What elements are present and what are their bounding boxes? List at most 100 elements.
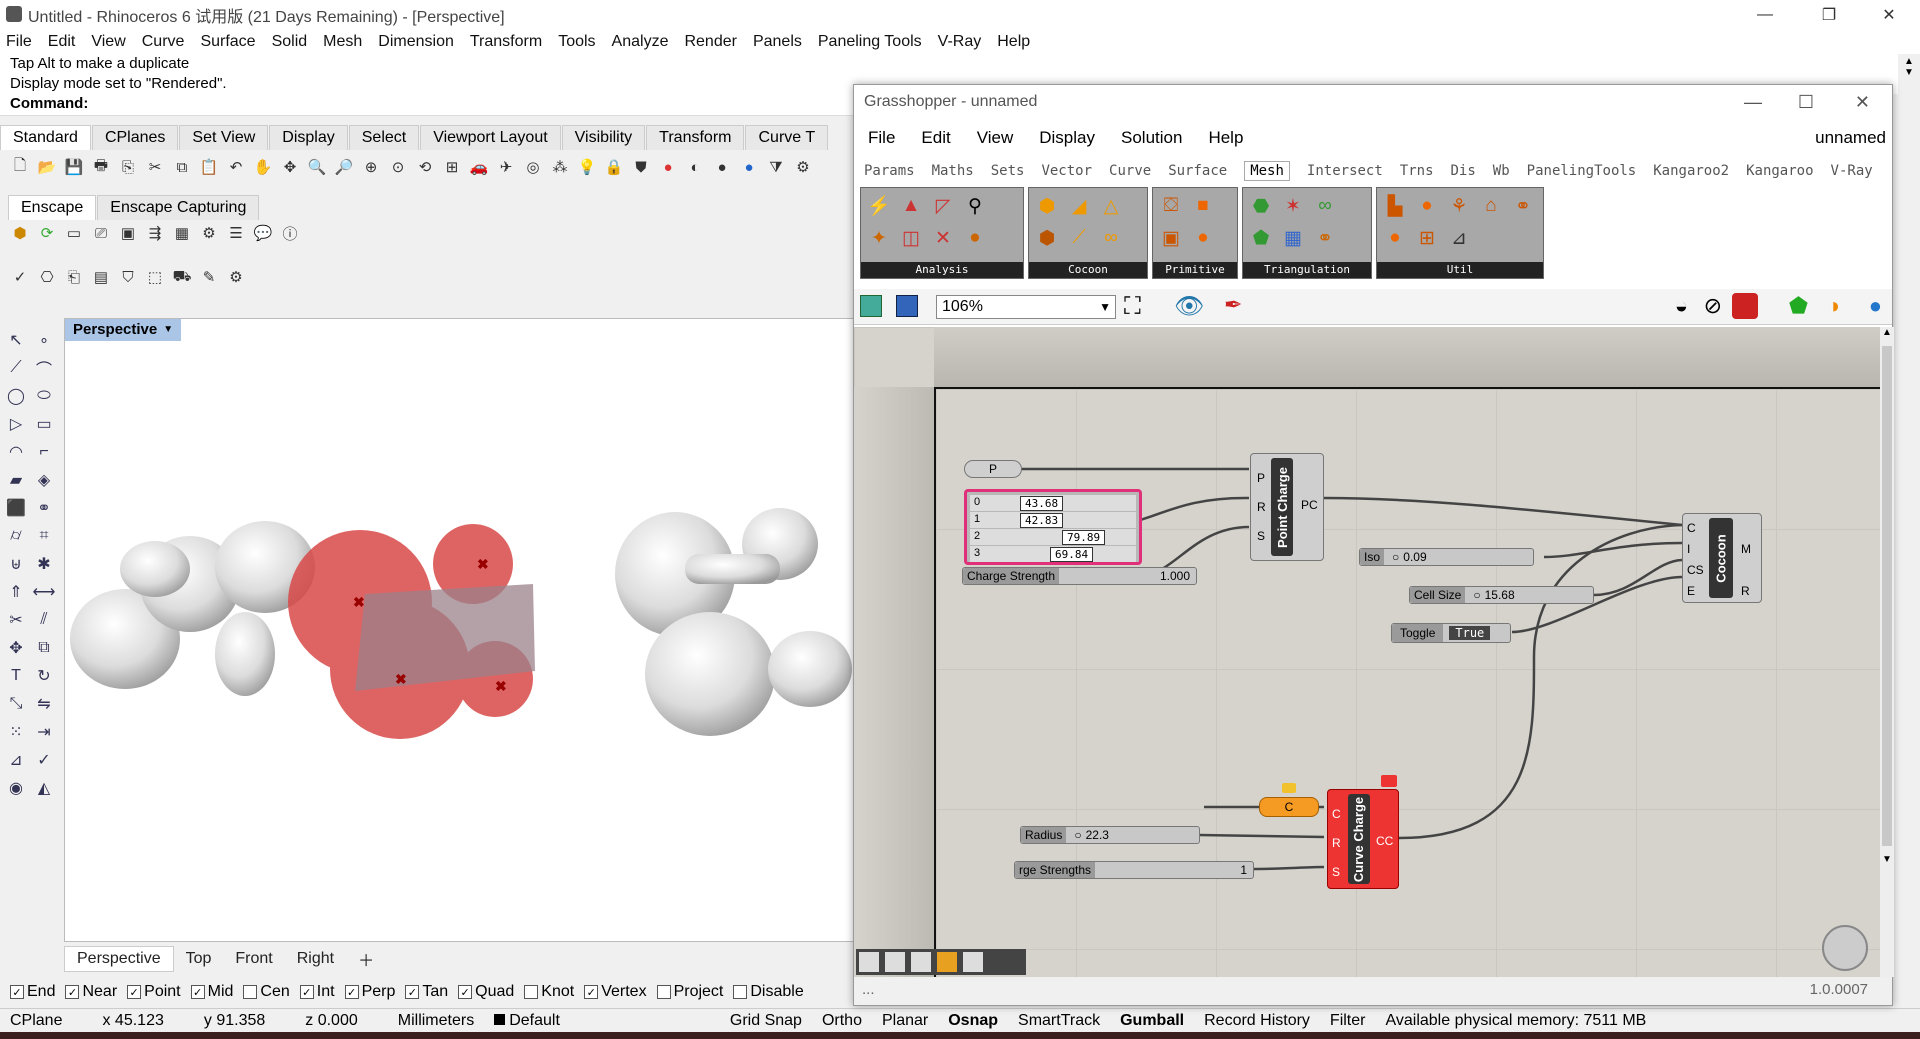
enscape-start-icon[interactable]: ⬢ xyxy=(8,222,32,244)
text-icon[interactable]: T xyxy=(4,664,28,688)
cylinder-icon[interactable]: ⌭ xyxy=(4,524,28,548)
tab-enscape[interactable]: Enscape xyxy=(8,195,97,220)
zoom-extents-icon[interactable]: ⊕ xyxy=(359,156,383,178)
checkbox[interactable]: ✓ xyxy=(584,985,599,999)
check-icon[interactable]: ✓ xyxy=(8,266,32,288)
scale-icon[interactable]: ⤡ xyxy=(4,692,28,716)
point-charge-component[interactable]: P R S Point Charge PC xyxy=(1250,453,1324,561)
input-r[interactable]: R xyxy=(1332,829,1341,858)
input-s[interactable]: S xyxy=(1257,522,1266,551)
output-pc[interactable]: PC xyxy=(1301,498,1318,512)
point-icon[interactable]: ∘ xyxy=(32,328,56,352)
save-document-icon[interactable] xyxy=(896,295,918,317)
preview-shaded-icon[interactable]: ⊘ xyxy=(1704,293,1722,319)
gh-menu-edit[interactable]: Edit xyxy=(921,128,950,148)
triangulation-icon[interactable]: ⬟ xyxy=(1247,224,1275,252)
add-viewport-icon[interactable]: ＋ xyxy=(346,944,386,974)
preview-eye-icon[interactable]: 👁 xyxy=(1174,292,1204,321)
viewport-tab-top[interactable]: Top xyxy=(174,947,224,971)
triangulation-icon[interactable]: ✶ xyxy=(1279,192,1307,220)
gh-menu-file[interactable]: File xyxy=(868,128,895,148)
menu-curve[interactable]: Curve xyxy=(142,33,185,51)
gh-tab-panelingtools[interactable]: PanelingTools xyxy=(1527,163,1637,179)
gh-tab-dis[interactable]: Dis xyxy=(1451,163,1476,179)
menu-solid[interactable]: Solid xyxy=(272,33,308,51)
command-prompt[interactable]: Command: xyxy=(0,94,860,116)
solver-sphere-icon[interactable]: ● xyxy=(1869,293,1882,319)
enscape-feedback-icon[interactable]: 💬 xyxy=(251,222,275,244)
filter-icon[interactable]: ⧩ xyxy=(764,156,788,178)
gh-maximize-button[interactable]: ☐ xyxy=(1798,92,1814,113)
gh-minimize-button[interactable]: — xyxy=(1744,92,1762,113)
cocoon-icon[interactable]: ⬢ xyxy=(1033,192,1061,220)
rotate-view-icon[interactable]: ✥ xyxy=(278,156,302,178)
menu-dimension[interactable]: Dimension xyxy=(378,33,454,51)
status-units[interactable]: Millimeters xyxy=(388,1012,484,1030)
enscape-info-icon[interactable]: ⓘ xyxy=(278,222,302,244)
cell-size-slider[interactable]: Cell Size ○ 15.68 xyxy=(1409,586,1594,604)
menu-file[interactable]: File xyxy=(6,33,32,51)
lock-icon[interactable]: 🔒 xyxy=(602,156,626,178)
split-icon[interactable]: ⫽ xyxy=(32,608,56,632)
preview-wire-icon[interactable]: ◒ xyxy=(1675,293,1688,319)
triangulation-icon[interactable]: ⬣ xyxy=(1247,192,1275,220)
input-c[interactable]: C xyxy=(1687,518,1704,539)
paint-icon[interactable]: ◭ xyxy=(32,776,56,800)
viewport-tab-perspective[interactable]: Perspective xyxy=(64,946,174,972)
gh-close-button[interactable]: ✕ xyxy=(1855,92,1870,113)
import-icon[interactable]: ⎘ xyxy=(116,156,140,178)
menu-edit[interactable]: Edit xyxy=(48,33,76,51)
gh-menu-display[interactable]: Display xyxy=(1039,128,1095,148)
analysis-icon[interactable]: ⚲ xyxy=(961,192,989,220)
furniture-icon[interactable]: ⛉ xyxy=(116,266,140,288)
arc-icon[interactable]: ◠ xyxy=(4,440,28,464)
osnap-cen[interactable]: Cen xyxy=(243,983,290,1001)
render-icon[interactable]: ✈ xyxy=(494,156,518,178)
util-icon[interactable]: ⊞ xyxy=(1413,224,1441,252)
input-p[interactable]: P xyxy=(1257,464,1266,493)
status-toggle-smarttrack[interactable]: SmartTrack xyxy=(1008,1012,1110,1030)
scroll-up-icon[interactable]: ▲ xyxy=(1898,56,1920,67)
scroll-down-icon[interactable]: ▼ xyxy=(1880,854,1894,865)
cocoon-icon[interactable]: ∞ xyxy=(1097,224,1125,252)
osnap-vertex[interactable]: ✓ Vertex xyxy=(584,983,647,1001)
enscape-view-icon[interactable]: ▭ xyxy=(62,222,86,244)
explode-icon[interactable]: ✱ xyxy=(32,552,56,576)
gh-tab-intersect[interactable]: Intersect xyxy=(1307,163,1383,179)
enscape-export-icon[interactable]: ⇶ xyxy=(143,222,167,244)
slider-grip-icon[interactable]: ○ xyxy=(1392,550,1399,564)
layer-icon[interactable]: ▤ xyxy=(89,266,113,288)
checkbox[interactable]: ✓ xyxy=(190,985,205,999)
gh-tab-v-ray[interactable]: V-Ray xyxy=(1831,163,1873,179)
canvas-save-icon[interactable] xyxy=(885,952,905,972)
gh-menu-solution[interactable]: Solution xyxy=(1121,128,1182,148)
gh-tab-trns[interactable]: Trns xyxy=(1400,163,1434,179)
osnap-knot[interactable]: Knot xyxy=(524,983,574,1001)
enscape-settings-icon[interactable]: ⚙ xyxy=(197,222,221,244)
enscape-screenshot-icon[interactable]: ▣ xyxy=(116,222,140,244)
toggle-value[interactable]: True xyxy=(1449,626,1491,640)
gh-menu-help[interactable]: Help xyxy=(1208,128,1243,148)
close-button[interactable]: ✕ xyxy=(1866,0,1912,30)
triangulation-icon[interactable]: ∞ xyxy=(1311,192,1339,220)
gh-tab-vector[interactable]: Vector xyxy=(1041,163,1092,179)
zoom-icon[interactable]: 🔍 xyxy=(305,156,329,178)
tab-enscape-capturing[interactable]: Enscape Capturing xyxy=(97,195,260,220)
mirror-icon[interactable]: ⇋ xyxy=(32,692,56,716)
move-icon[interactable]: ✥ xyxy=(4,636,28,660)
util-icon[interactable]: ▙ xyxy=(1381,192,1409,220)
menu-transform[interactable]: Transform xyxy=(470,33,542,51)
menu-paneling-tools[interactable]: Paneling Tools xyxy=(818,33,922,51)
trim-icon[interactable]: ✂ xyxy=(4,608,28,632)
rotate-icon[interactable]: ↻ xyxy=(32,664,56,688)
cocoon-component[interactable]: C I CS E Cocoon M R xyxy=(1682,513,1762,603)
checkbox[interactable]: ✓ xyxy=(65,985,80,999)
util-icon[interactable]: ⌂ xyxy=(1477,192,1505,220)
tab-display[interactable]: Display xyxy=(269,125,348,150)
status-toggle-record-history[interactable]: Record History xyxy=(1194,1012,1320,1030)
input-e[interactable]: E xyxy=(1687,581,1704,602)
rectangle-icon[interactable]: ▭ xyxy=(32,412,56,436)
preview-selected-icon[interactable] xyxy=(1732,293,1758,319)
cocoon-icon[interactable]: ⟋ xyxy=(1065,224,1093,252)
options-icon[interactable]: ⚙ xyxy=(791,156,815,178)
